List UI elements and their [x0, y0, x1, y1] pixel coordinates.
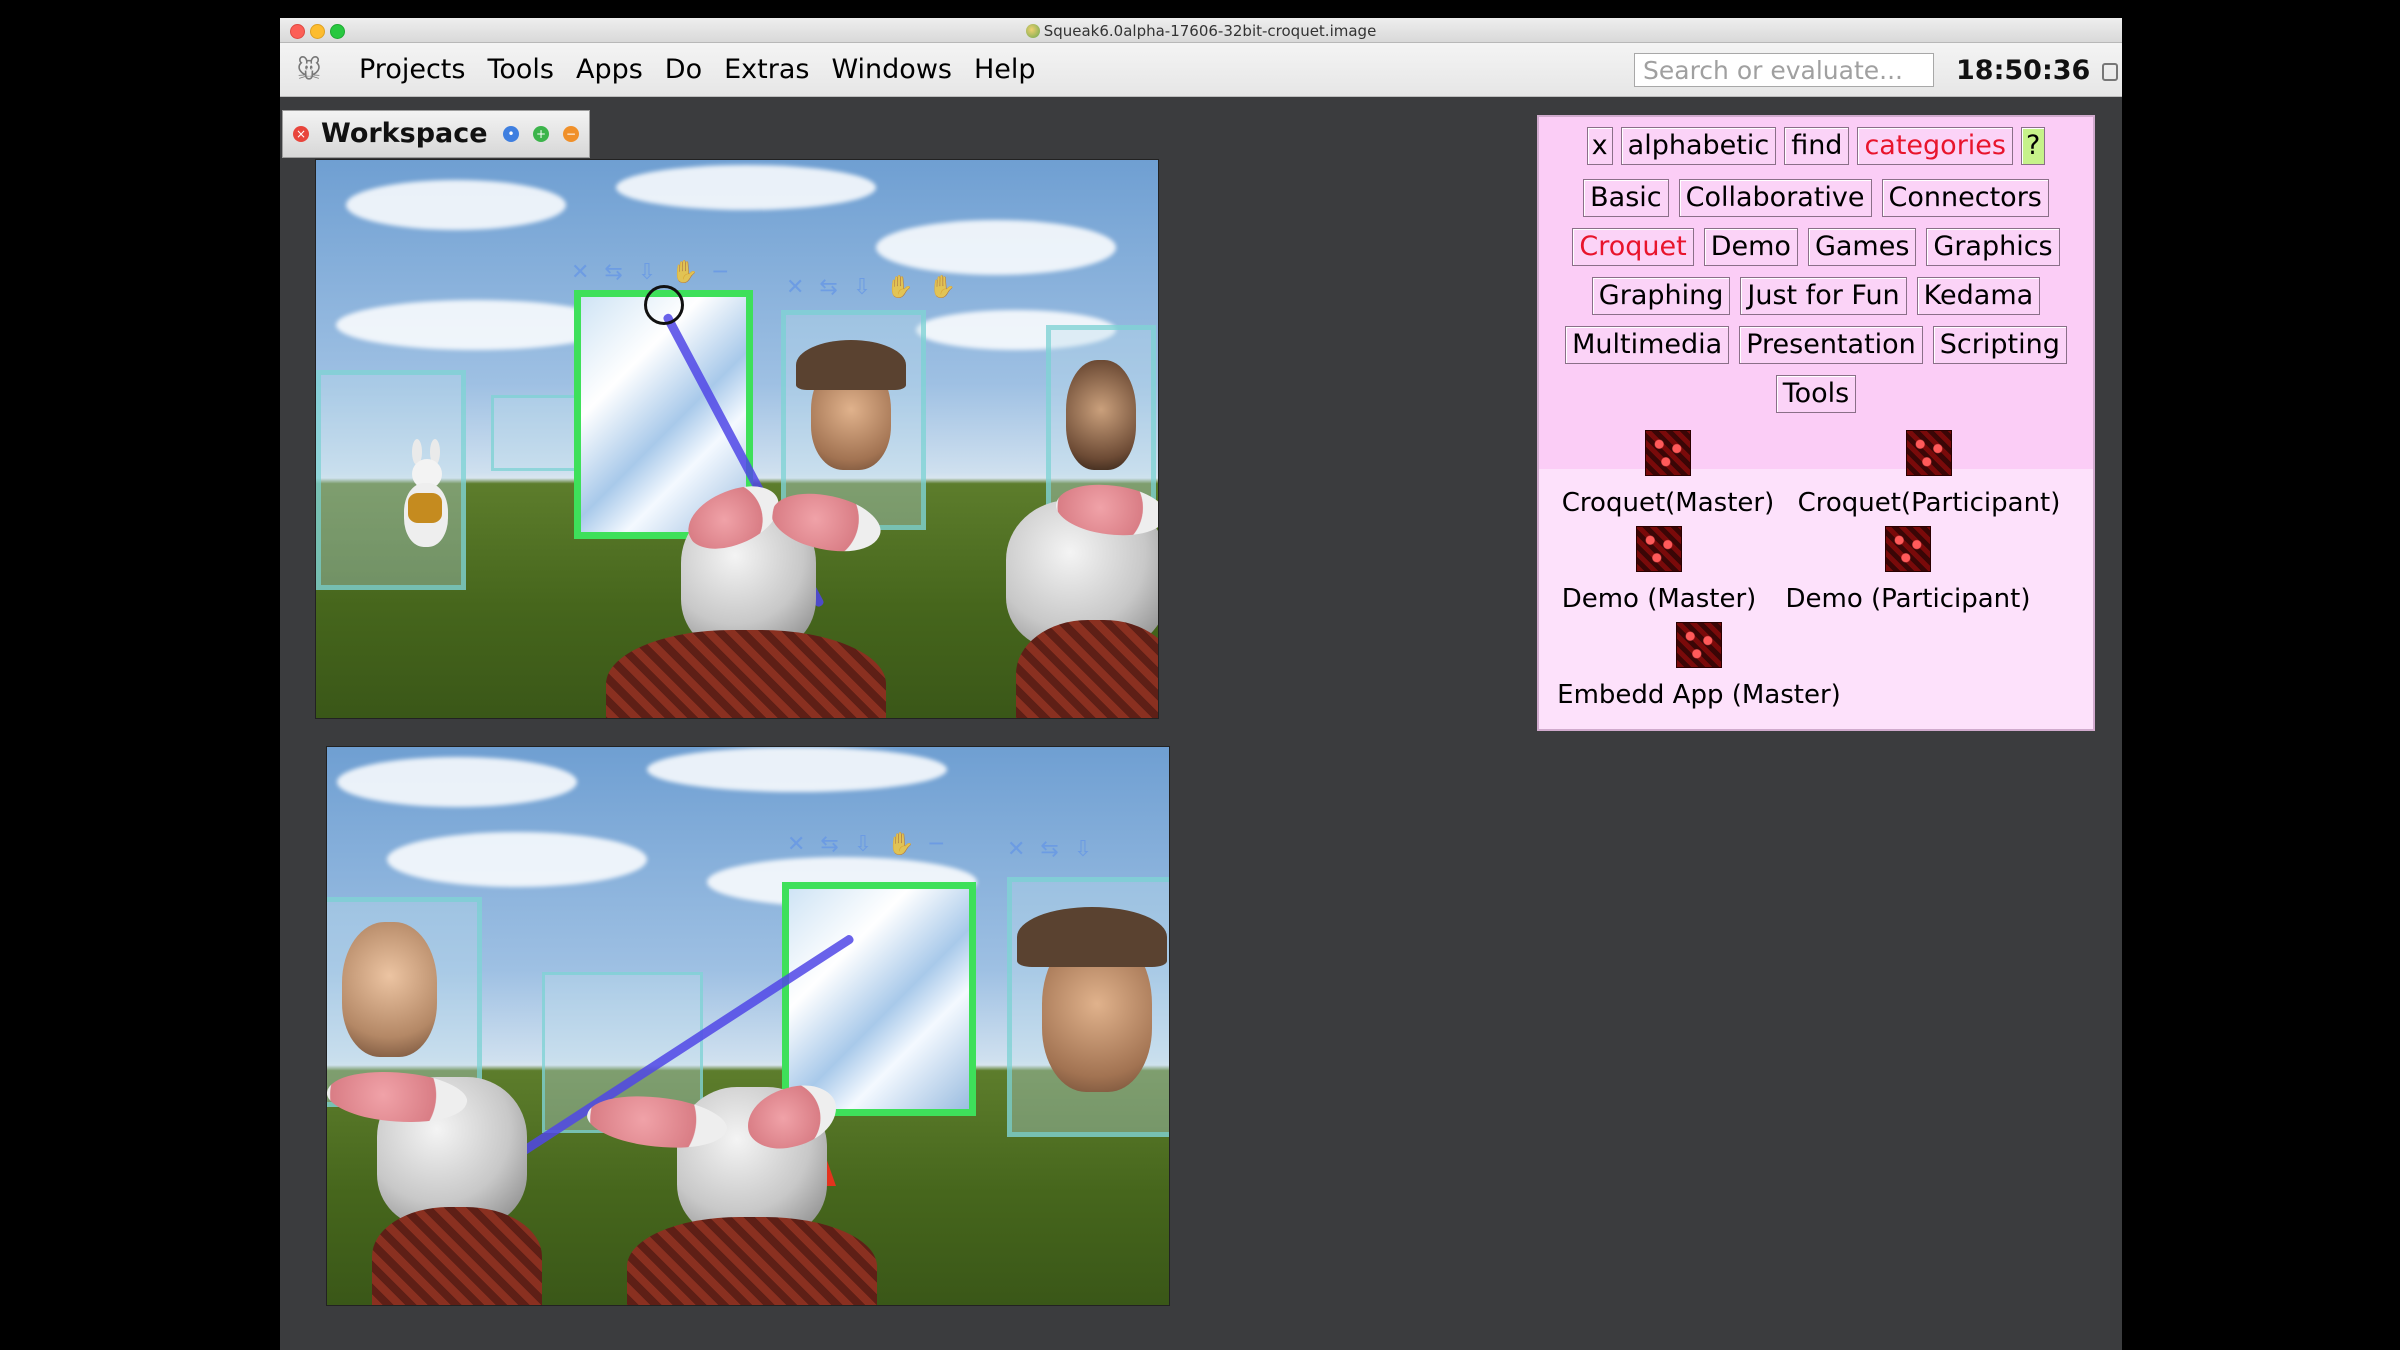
catalog-categories-button[interactable]: categories: [1857, 127, 2013, 165]
cloud: [647, 747, 947, 792]
category-croquet[interactable]: Croquet: [1572, 228, 1694, 266]
category-kedama[interactable]: Kedama: [1916, 277, 2041, 315]
croquet-3d-view-participant[interactable]: ✕ ⇆ ⇩ ✋ ─ ✕ ⇆ ⇩: [326, 746, 1170, 1306]
croquet-part-icon: [1645, 430, 1691, 476]
white-rabbit-figure: [394, 439, 464, 555]
workspace-menu-icon[interactable]: •: [503, 126, 519, 142]
croquet-part-icon: [1636, 526, 1682, 572]
active-portal-water[interactable]: [782, 882, 976, 1116]
pointer-cursor-icon: [644, 285, 684, 325]
workspace-close-icon[interactable]: ×: [293, 126, 309, 142]
menu-projects[interactable]: Projects: [348, 51, 476, 89]
category-row: Graphing Just for Fun Kedama: [1539, 277, 2093, 315]
croquet-part-icon: [1676, 622, 1722, 668]
part-label: Demo (Participant): [1785, 584, 2031, 614]
avatar-body: [372, 1207, 542, 1305]
croquet-part-icon: [1906, 430, 1952, 476]
part-label: Croquet(Master): [1561, 488, 1775, 518]
catalog-toolbar: x alphabetic find categories ?: [1539, 127, 2093, 165]
portal-handle-icons[interactable]: ✕ ⇆ ⇩ ✋ ─: [571, 260, 731, 285]
part-croquet-participant[interactable]: Croquet(Participant): [1789, 430, 2069, 518]
title-bar: Squeak6.0alpha-17606-32bit-croquet.image: [280, 18, 2122, 43]
category-tools[interactable]: Tools: [1775, 375, 1857, 413]
avatar-body: [606, 630, 886, 718]
objects-catalog: x alphabetic find categories ? Basic Col…: [1537, 115, 2095, 731]
cloud: [337, 757, 577, 807]
menu-do[interactable]: Do: [654, 51, 713, 89]
category-just-for-fun[interactable]: Just for Fun: [1740, 277, 1907, 315]
croquet-3d-view-master[interactable]: ✕ ⇆ ⇩ ✋ ─ ✕ ⇆ ⇩ ✋ ✋: [315, 159, 1159, 719]
portal-handle-icons[interactable]: ✕ ⇆ ⇩ ✋ ✋: [786, 275, 960, 300]
part-label: Demo (Master): [1561, 584, 1757, 614]
squeak-image-icon: [1025, 24, 1040, 38]
part-label: Embedd App (Master): [1557, 680, 1841, 710]
video-hat: [1017, 907, 1167, 967]
menu-extras[interactable]: Extras: [713, 51, 820, 89]
category-demo[interactable]: Demo: [1703, 228, 1798, 266]
window-title-text: Squeak6.0alpha-17606-32bit-croquet.image: [280, 22, 2122, 40]
menu-tools[interactable]: Tools: [476, 51, 565, 89]
workspace-title: Workspace: [321, 118, 488, 149]
video-face: [1066, 360, 1136, 470]
cloud: [876, 220, 1116, 275]
video-hat: [796, 340, 906, 390]
portal-handle-icons[interactable]: ✕ ⇆ ⇩: [1007, 837, 1096, 862]
part-demo-participant[interactable]: Demo (Participant): [1773, 526, 2043, 614]
cloud: [346, 180, 566, 230]
croquet-part-icon: [1885, 526, 1931, 572]
menu-items: Projects Tools Apps Do Extras Windows He…: [348, 51, 1047, 89]
part-label: Croquet(Participant): [1797, 488, 2061, 518]
video-face: [342, 922, 437, 1057]
menu-help[interactable]: Help: [963, 51, 1047, 89]
workspace-window-tab[interactable]: × Workspace • + −: [282, 110, 590, 158]
category-row: Tools: [1539, 375, 2093, 413]
search-input[interactable]: Search or evaluate...: [1634, 53, 1934, 87]
fullscreen-toggle-icon[interactable]: [2102, 63, 2118, 81]
category-collaborative[interactable]: Collaborative: [1678, 179, 1872, 217]
squeak-logo-icon[interactable]: 🐭: [292, 55, 326, 85]
avatar-body: [1016, 620, 1158, 718]
category-multimedia[interactable]: Multimedia: [1565, 326, 1730, 364]
category-connectors[interactable]: Connectors: [1881, 179, 2049, 217]
part-demo-master[interactable]: Demo (Master): [1549, 526, 1769, 614]
category-row: Basic Collaborative Connectors: [1539, 179, 2093, 217]
category-row: Multimedia Presentation Scripting: [1539, 326, 2093, 364]
category-graphics[interactable]: Graphics: [1926, 228, 2060, 266]
category-presentation[interactable]: Presentation: [1739, 326, 1923, 364]
category-scripting[interactable]: Scripting: [1932, 326, 2067, 364]
clock-display: 18:50:36: [1956, 55, 2091, 86]
cloud: [616, 165, 876, 210]
cloud: [387, 832, 647, 887]
workspace-collapse-icon[interactable]: −: [563, 126, 579, 142]
menu-windows[interactable]: Windows: [820, 51, 963, 89]
part-embedd-app-master[interactable]: Embedd App (Master): [1549, 622, 1849, 710]
catalog-find-button[interactable]: find: [1784, 127, 1850, 165]
menu-apps[interactable]: Apps: [565, 51, 654, 89]
workspace-expand-icon[interactable]: +: [533, 126, 549, 142]
category-games[interactable]: Games: [1807, 228, 1917, 266]
catalog-close-button[interactable]: x: [1586, 127, 1613, 165]
category-basic[interactable]: Basic: [1583, 179, 1669, 217]
catalog-alphabetic-button[interactable]: alphabetic: [1620, 127, 1777, 165]
part-croquet-master[interactable]: Croquet(Master): [1553, 430, 1783, 518]
category-graphing[interactable]: Graphing: [1591, 277, 1731, 315]
avatar-body: [627, 1217, 877, 1305]
portal-handle-icons[interactable]: ✕ ⇆ ⇩ ✋ ─: [787, 832, 947, 857]
category-row: Croquet Demo Games Graphics: [1539, 228, 2093, 266]
squeak-window: Squeak6.0alpha-17606-32bit-croquet.image…: [280, 18, 2122, 1350]
catalog-help-button[interactable]: ?: [2020, 127, 2046, 165]
squeak-menubar: 🐭 Projects Tools Apps Do Extras Windows …: [280, 43, 2122, 97]
